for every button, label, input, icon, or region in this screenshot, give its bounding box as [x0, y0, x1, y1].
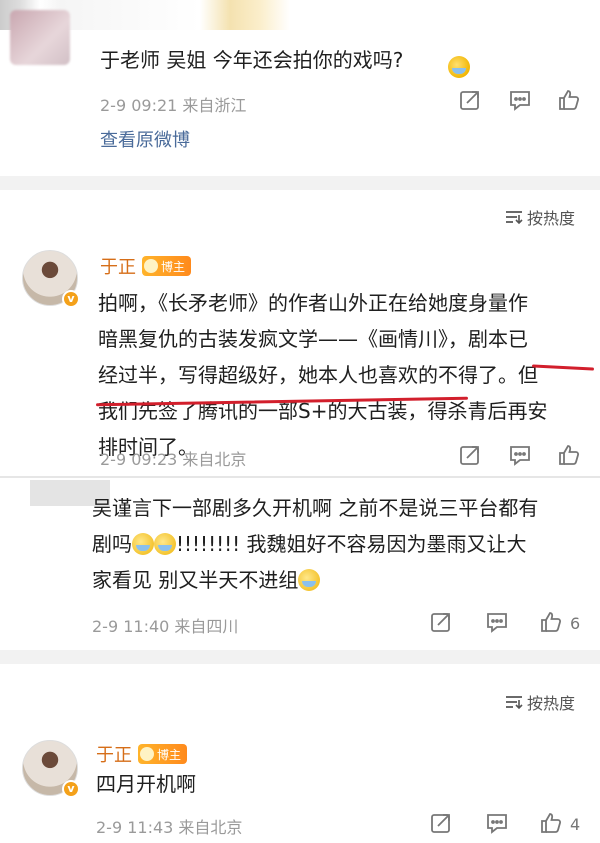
blurred-header [0, 0, 600, 30]
emoji-icon [448, 56, 470, 78]
comment-line: !!!!!!!! 我魏姐好不容易因为墨雨又让大 [176, 532, 527, 556]
share-icon[interactable] [428, 811, 454, 835]
divider [0, 476, 600, 478]
crying-emoji-icon [154, 533, 176, 555]
section-divider [0, 650, 600, 664]
verified-badge-icon: v [62, 780, 80, 798]
comment-meta: 2-9 11:40 来自四川 [92, 617, 239, 636]
sort-icon [506, 211, 523, 225]
comment-line: 吴谨言下一部剧多久开机啊 之前不是说三平台都有 [92, 496, 539, 520]
sort-label: 按热度 [527, 694, 576, 713]
reply-line: 暗黑复仇的古装发疯文学——《画情川》，剧本已 [98, 327, 528, 351]
thumbs-up-icon[interactable] [556, 443, 582, 467]
thumbs-up-icon[interactable] [556, 88, 582, 112]
comment-line: 剧吗 [92, 532, 132, 556]
share-icon[interactable] [457, 88, 483, 112]
comment-icon[interactable] [484, 610, 510, 634]
crying-emoji-icon [132, 533, 154, 555]
crown-icon [140, 747, 154, 761]
sort-label: 按热度 [527, 209, 576, 228]
comment-line: 家看见 别又半天不进组 [92, 568, 299, 592]
sort-icon [506, 696, 523, 710]
comment-line-2: 剧吗 !!!!!!!! 我魏姐好不容易因为墨雨又让大 [92, 526, 597, 562]
comment-line-4: 家看见 别又半天不进组 [92, 562, 597, 598]
blogger-badge: 博主 [142, 256, 192, 276]
crying-emoji-icon [298, 569, 321, 591]
comment-text: 吴谨言下一部剧多久开机啊 之前不是说三平台都有 剧吗 !!!!!!!! 我魏姐好不… [92, 490, 597, 598]
thumbs-up-icon[interactable] [538, 811, 564, 835]
reply-line: 经过半，写得超级好，她本人也喜欢的不得了。但 [98, 363, 538, 387]
crown-icon [144, 259, 158, 273]
sort-button[interactable]: 按热度 [505, 690, 575, 714]
comment-icon[interactable] [507, 443, 533, 467]
blogger-badge-label: 博主 [157, 747, 182, 762]
comment-icon[interactable] [484, 811, 510, 835]
like-count: 6 [570, 614, 581, 633]
share-icon[interactable] [457, 443, 483, 467]
comment-icon[interactable] [507, 88, 533, 112]
view-original-link[interactable]: 查看原微博 [100, 126, 190, 152]
reply-meta: 2-9 11:43 来自北京 [96, 818, 243, 837]
reply-text: 四月开机啊 [96, 772, 196, 796]
blogger-badge-label: 博主 [161, 259, 186, 274]
share-icon[interactable] [428, 610, 454, 634]
reply-author-name[interactable]: 于正 [96, 741, 132, 767]
top-comment-meta: 2-9 09:21 来自浙江 [100, 96, 247, 115]
blogger-badge: 博主 [138, 744, 188, 764]
like-count: 4 [570, 815, 581, 834]
section-divider [0, 176, 600, 190]
reply-line: 拍啊，《长矛老师》的作者山外正在给她度身量作 [98, 291, 528, 315]
reply-author-name[interactable]: 于正 [100, 253, 136, 279]
reply-text: 拍啊，《长矛老师》的作者山外正在给她度身量作 暗黑复仇的古装发疯文学——《画情川… [98, 285, 593, 465]
sort-button[interactable]: 按热度 [505, 205, 575, 229]
verified-badge-icon: v [62, 290, 80, 308]
reply-meta: 2-9 09:23 来自北京 [100, 450, 247, 469]
blurred-avatar [10, 10, 70, 65]
thumbs-up-icon[interactable] [538, 610, 564, 634]
top-comment-text: 于老师 吴姐 今年还会拍你的戏吗? [100, 48, 404, 72]
